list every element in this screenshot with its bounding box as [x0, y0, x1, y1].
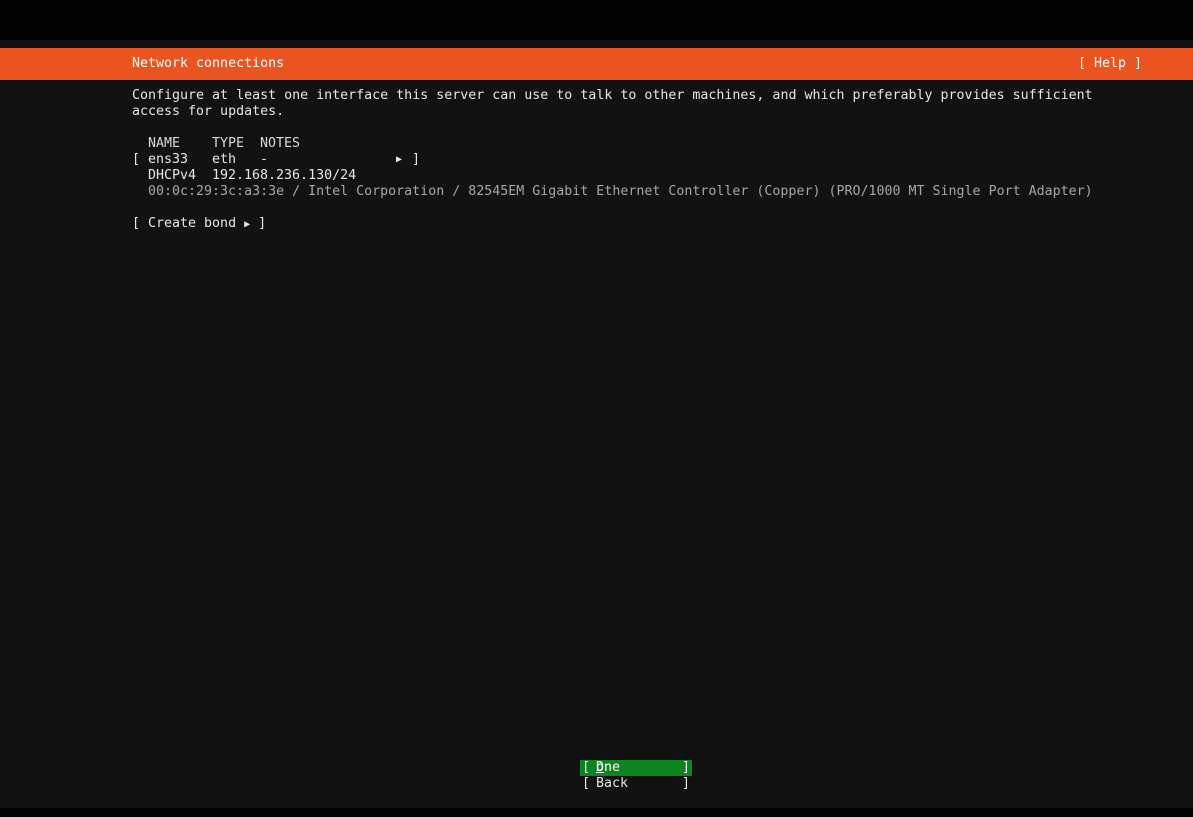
installer-screen: Network connections [ Help ] Configure a… — [0, 0, 1193, 817]
column-header-type: TYPE — [212, 136, 245, 151]
column-header-name: NAME — [148, 136, 181, 151]
row-open-bracket: [ — [132, 152, 141, 167]
done-open-bracket: [ — [582, 760, 591, 775]
hardware-info: 00:0c:29:3c:a3:3e / Intel Corporation / … — [148, 184, 1093, 199]
column-header-notes: NOTES — [260, 136, 301, 151]
interface-name: ens33 — [148, 152, 189, 167]
submenu-arrow-icon: ▶ — [396, 154, 403, 165]
page-title: Network connections — [132, 56, 285, 71]
done-close-bracket: ] — [682, 760, 691, 775]
done-button[interactable]: [ Done ] — [580, 760, 692, 776]
back-open-bracket: [ — [582, 776, 591, 791]
create-bond-button[interactable]: [ Create bond ▶ ] — [132, 216, 266, 233]
interface-notes: - — [260, 152, 269, 167]
interface-type: eth — [212, 152, 237, 167]
terminal-area: Network connections [ Help ] Configure a… — [0, 40, 1193, 808]
back-button[interactable]: [ Back ] — [580, 776, 692, 792]
back-close-bracket: ] — [682, 776, 691, 791]
address-method: DHCPv4 — [148, 168, 197, 183]
create-bond-prefix: [ Create bond — [132, 216, 245, 231]
create-bond-suffix: ] — [250, 216, 267, 231]
description-line-1: Configure at least one interface this se… — [132, 88, 1093, 103]
interface-row-ens33[interactable]: [ ens33 eth - ▶ ] — [132, 152, 422, 168]
row-close-bracket: ] — [412, 152, 421, 167]
address-value: 192.168.236.130/24 — [212, 168, 357, 183]
description-line-2: access for updates. — [132, 104, 285, 119]
header-bar: Network connections [ Help ] — [0, 48, 1193, 80]
back-label: Back — [596, 776, 629, 791]
help-button[interactable]: [ Help ] — [1078, 56, 1142, 72]
done-label-rest: one — [596, 760, 621, 775]
